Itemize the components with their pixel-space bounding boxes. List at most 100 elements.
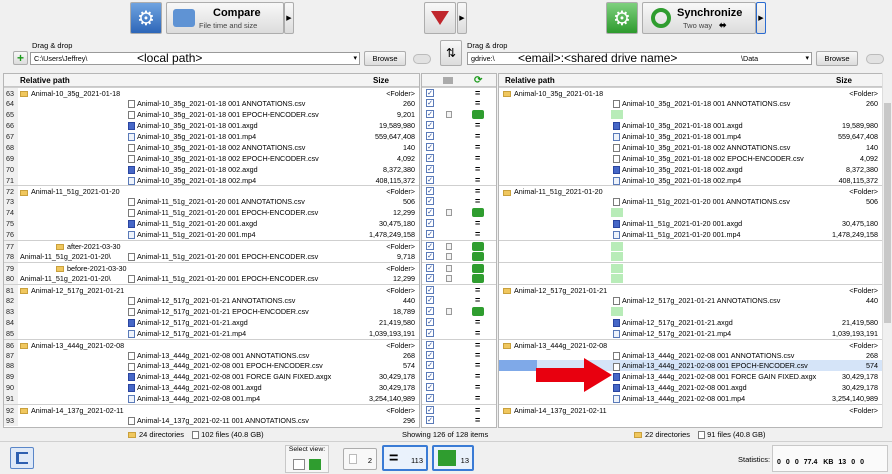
action-row[interactable]: ✓ = — [422, 87, 496, 98]
action-row[interactable]: ✓ — [422, 251, 496, 262]
compare-button[interactable]: Compare File time and size — [166, 2, 284, 34]
synchronize-button[interactable]: Synchronize Two way ⬌ — [642, 2, 756, 34]
table-row[interactable]: Animal-11_51g_2021-01-20 001.axgd 30,475,… — [499, 218, 882, 229]
table-row[interactable]: Animal-11_51g_2021-01-20 001 ANNOTATIONS… — [499, 196, 882, 207]
show-config-panel-button[interactable] — [10, 447, 34, 469]
table-row[interactable] — [499, 109, 882, 120]
action-row[interactable]: ✓ = — [422, 404, 496, 415]
table-row[interactable]: Animal-12_517g_2021-01-21 <Folder> — [499, 283, 882, 295]
copy-right-icon[interactable] — [472, 109, 484, 119]
copy-right-icon[interactable] — [472, 242, 484, 252]
action-row[interactable]: ✓ = — [422, 338, 496, 350]
table-row[interactable]: 82 Animal-12_517g_2021-01-21 ANNOTATIONS.… — [4, 294, 419, 306]
table-row[interactable] — [499, 273, 882, 284]
table-row[interactable]: 83 Animal-12_517g_2021-01-21 EPOCH-ENCODE… — [4, 305, 419, 317]
include-checkbox[interactable]: ✓ — [426, 230, 434, 239]
include-checkbox[interactable]: ✓ — [426, 89, 434, 97]
include-checkbox[interactable]: ✓ — [426, 285, 434, 294]
chevron-down-icon[interactable]: ▾ — [353, 53, 357, 64]
action-row[interactable]: ✓ = — [422, 393, 496, 404]
cloud-icon[interactable] — [413, 54, 431, 64]
copy-right-icon[interactable] — [472, 273, 484, 283]
table-row[interactable]: 93 Animal-14_137g_2021-02-11 001 ANNOTATI… — [4, 415, 419, 427]
table-row[interactable]: Animal-10_35g_2021-01-18 002 ANNOTATIONS… — [499, 142, 882, 153]
include-checkbox[interactable]: ✓ — [426, 219, 434, 228]
size-header[interactable]: Size — [373, 74, 389, 87]
table-row[interactable]: 81 Animal-12_517g_2021-01-21 <Folder> — [4, 283, 419, 295]
filter-button[interactable] — [424, 2, 456, 34]
table-row[interactable] — [499, 251, 882, 262]
right-browse-button[interactable]: Browse — [816, 51, 858, 66]
include-checkbox[interactable]: ✓ — [426, 264, 434, 272]
add-folder-pair-button[interactable]: + — [13, 51, 28, 65]
table-row[interactable]: Animal-10_35g_2021-01-18 002 EPOCH-ENCOD… — [499, 153, 882, 164]
filter-dropdown-arrow[interactable]: ▶ — [457, 2, 467, 34]
action-row[interactable]: ✓ = — [422, 415, 496, 426]
table-row[interactable]: 75 Animal-11_51g_2021-01-20 001.axgd 30,47… — [4, 218, 419, 230]
include-checkbox[interactable]: ✓ — [426, 175, 434, 184]
left-file-grid[interactable]: Relative path Size 63 Animal-10_35g_2021-… — [3, 73, 420, 428]
include-checkbox[interactable]: ✓ — [426, 383, 434, 392]
action-row[interactable]: ✓ — [422, 240, 496, 252]
scrollbar-thumb[interactable] — [884, 103, 891, 323]
left-browse-button[interactable]: Browse — [364, 51, 406, 66]
include-checkbox[interactable]: ✓ — [426, 187, 434, 196]
include-checkbox[interactable]: ✓ — [426, 252, 434, 261]
table-row[interactable]: 77 after-2021-03-30 <Folder> — [4, 240, 419, 251]
table-row[interactable]: Animal-12_517g_2021-01-21.axgd 21,419,580 — [499, 317, 882, 328]
copy-right-icon[interactable] — [472, 208, 484, 218]
include-checkbox[interactable]: ✓ — [426, 394, 434, 403]
action-row[interactable]: ✓ = — [422, 218, 496, 229]
table-row[interactable]: 63 Animal-10_35g_2021-01-18 <Folder> — [4, 87, 419, 98]
copy-right-icon[interactable] — [472, 252, 484, 262]
action-row[interactable]: ✓ = — [422, 153, 496, 164]
include-checkbox[interactable]: ✓ — [426, 406, 434, 415]
table-row[interactable]: 90 Animal-13_444g_2021-02-08 001.axgd 30,4… — [4, 382, 419, 394]
include-checkbox[interactable]: ✓ — [426, 306, 434, 315]
table-row[interactable]: Animal-10_35g_2021-01-18 001 ANNOTATIONS… — [499, 98, 882, 109]
include-checkbox[interactable]: ✓ — [426, 98, 434, 107]
action-row[interactable]: ✓ = — [422, 229, 496, 240]
action-row[interactable]: ✓ = — [422, 295, 496, 306]
table-row[interactable]: Animal-10_35g_2021-01-18 001.mp4 559,647,… — [499, 131, 882, 142]
table-row[interactable]: Animal-13_444g_2021-02-08 001.mp4 3,254,1… — [499, 393, 882, 404]
include-checkbox[interactable]: ✓ — [426, 164, 434, 173]
action-row[interactable]: ✓ = — [422, 185, 496, 196]
table-row[interactable] — [499, 240, 882, 252]
table-row[interactable]: 76 Animal-11_51g_2021-01-20 001.mp4 1,478,… — [4, 229, 419, 241]
include-checkbox[interactable]: ✓ — [426, 153, 434, 162]
filter-equal-button[interactable]: = 113 — [382, 445, 428, 471]
include-checkbox[interactable]: ✓ — [426, 142, 434, 151]
action-row[interactable]: ✓ = — [422, 350, 496, 361]
action-row[interactable]: ✓ = — [422, 175, 496, 186]
copy-right-icon[interactable] — [472, 264, 484, 273]
include-checkbox[interactable]: ✓ — [426, 361, 434, 370]
action-row[interactable]: ✓ = — [422, 382, 496, 393]
table-row[interactable]: 85 Animal-12_517g_2021-01-21.mp4 1,039,193… — [4, 327, 419, 339]
include-checkbox[interactable]: ✓ — [426, 416, 434, 425]
table-row[interactable]: 80 Animal-11_51g_2021-01-20\ Animal-11_51g… — [4, 272, 419, 284]
action-row[interactable]: ✓ — [422, 109, 496, 120]
action-row[interactable]: ✓ — [422, 207, 496, 218]
table-row[interactable]: 91 Animal-13_444g_2021-02-08 001.mp4 3,254… — [4, 393, 419, 405]
compare-settings-button[interactable]: ⚙ — [130, 2, 162, 34]
include-checkbox[interactable]: ✓ — [426, 328, 434, 337]
table-row[interactable]: 74 Animal-11_51g_2021-01-20 001 EPOCH-ENC… — [4, 207, 419, 219]
table-row[interactable]: 68 Animal-10_35g_2021-01-18 002 ANNOTATIO… — [4, 141, 419, 153]
copy-right-icon[interactable] — [472, 306, 484, 316]
table-row[interactable]: 89 Animal-13_444g_2021-02-08 001 FORCE GA… — [4, 371, 419, 383]
vertical-scrollbar[interactable] — [882, 73, 892, 428]
action-row[interactable]: ✓ = — [422, 360, 496, 371]
filter-left-only-button[interactable]: 2 — [343, 448, 377, 470]
table-row[interactable]: Animal-11_51g_2021-01-20 001.mp4 1,478,24… — [499, 229, 882, 240]
include-checkbox[interactable]: ✓ — [426, 197, 434, 206]
action-row[interactable]: ✓ = — [422, 120, 496, 131]
include-checkbox[interactable]: ✓ — [426, 317, 434, 326]
right-folder-input[interactable]: gdrive:\ <email>:<shared drive name> \Da… — [467, 52, 812, 65]
include-checkbox[interactable]: ✓ — [426, 340, 434, 349]
include-checkbox[interactable]: ✓ — [426, 350, 434, 359]
include-checkbox[interactable]: ✓ — [426, 372, 434, 381]
action-row[interactable]: ✓ = — [422, 371, 496, 382]
table-row[interactable]: Animal-14_137g_2021-02-11 <Folder> — [499, 404, 882, 415]
table-row[interactable] — [499, 306, 882, 317]
